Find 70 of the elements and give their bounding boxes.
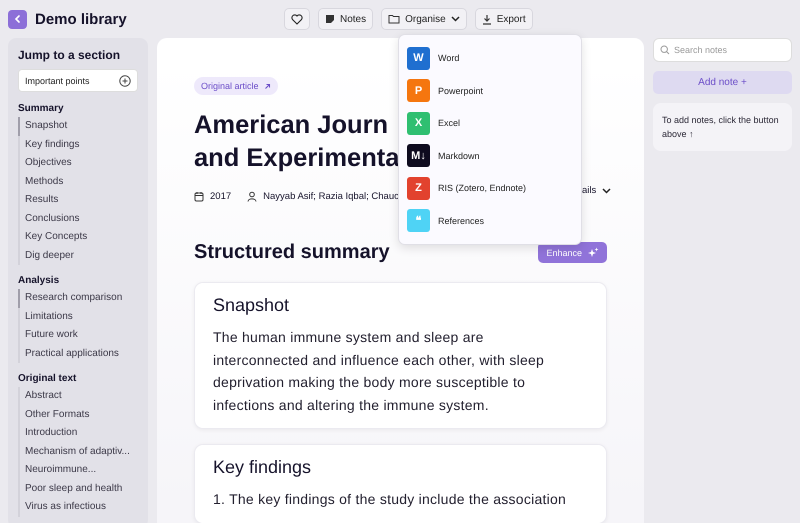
details-toggle[interactable]: ails: [582, 185, 612, 196]
section-link[interactable]: Practical applications: [18, 344, 138, 363]
format-icon: ❝: [407, 209, 430, 232]
add-icon: [119, 74, 131, 86]
enhance-button[interactable]: Enhance: [538, 242, 607, 263]
original-article-link[interactable]: Original article: [194, 77, 278, 95]
section-link[interactable]: Mechanism of adaptiv...: [18, 442, 138, 461]
note-icon: [325, 14, 335, 24]
summary-heading: Structured summary: [194, 241, 390, 264]
section-link[interactable]: Future work: [18, 326, 138, 344]
export-option[interactable]: M↓ Markdown: [407, 140, 573, 172]
card-text: 1. The key findings of the study include the association: [213, 490, 568, 509]
section-link[interactable]: Introduction: [18, 424, 138, 442]
article-title: and Experimenta: [194, 143, 400, 174]
back-chevron-icon: [14, 14, 22, 24]
format-icon: M↓: [407, 144, 430, 168]
section-link[interactable]: Research comparison: [18, 289, 138, 308]
download-icon: [482, 14, 492, 24]
card-text: The human immune system and sleep are interconnected and influence each other, with sleep deprivation making the body more susceptible to infections and altering the immune system.: [213, 328, 546, 415]
section-heading: Analysis: [18, 275, 60, 286]
export-option[interactable]: X Excel: [407, 107, 573, 140]
export-button[interactable]: Export: [474, 8, 533, 30]
section-link[interactable]: Key Concepts: [18, 228, 138, 246]
important-points-button[interactable]: Important points: [18, 69, 138, 92]
export-option[interactable]: P Powerpoint: [407, 74, 573, 107]
organise-button[interactable]: Organise: [381, 8, 467, 30]
search-field[interactable]: Search notes: [653, 38, 792, 62]
format-icon: P: [407, 79, 430, 102]
add-note-button[interactable]: Add note +: [653, 71, 792, 94]
section-heading: Original text: [18, 373, 78, 384]
card-title: Snapshot: [213, 295, 290, 316]
article-authors: Nayyab Asif; Razia Iqbal; Chauc: [263, 191, 399, 202]
section-link[interactable]: Conclusions: [18, 210, 138, 228]
section-link[interactable]: Virus as infectious: [18, 498, 138, 516]
calendar-icon: [194, 191, 204, 202]
section-link[interactable]: Abstract: [18, 387, 138, 406]
format-icon: W: [407, 46, 430, 70]
library-title: Demo library: [35, 10, 127, 28]
notes-hint: To add notes, click the button above ↑: [653, 103, 792, 151]
section-link[interactable]: Snapshot: [18, 117, 138, 136]
section-link[interactable]: Dig deeper: [18, 246, 138, 265]
section-link[interactable]: Methods: [18, 172, 138, 191]
chevron-down-icon: [450, 16, 460, 22]
format-icon: X: [407, 112, 430, 135]
person-icon: [247, 191, 258, 202]
export-option[interactable]: W Word: [407, 42, 573, 74]
card-title: Key findings: [213, 457, 312, 478]
notes-button[interactable]: Notes: [318, 8, 374, 30]
section-link[interactable]: Poor sleep and health: [18, 480, 138, 498]
heart-icon: [291, 14, 303, 24]
section-link[interactable]: Key findings: [18, 136, 138, 154]
favorite-button[interactable]: [284, 8, 310, 30]
section-heading: Summary: [18, 103, 65, 114]
sidebar-title: Jump to a section: [18, 48, 122, 62]
section-link[interactable]: Other Formats: [18, 406, 138, 424]
sparkle-icon: [588, 247, 599, 258]
section-link[interactable]: Results: [18, 191, 138, 210]
section-link[interactable]: Neuroimmune...: [18, 461, 138, 480]
publication-year: 2017: [210, 191, 232, 202]
folder-icon: [388, 14, 400, 24]
format-icon: Z: [407, 176, 430, 200]
section-link[interactable]: Limitations: [18, 308, 138, 326]
back-button[interactable]: [8, 10, 27, 28]
export-option[interactable]: Z RIS (Zotero, Endnote): [407, 172, 573, 204]
chevron-down-icon: [602, 188, 612, 194]
external-link-icon: [264, 82, 271, 90]
search-icon: [660, 45, 670, 55]
article-title: American Journ: [194, 110, 388, 141]
export-option[interactable]: ❝ References: [407, 204, 573, 237]
section-link[interactable]: Objectives: [18, 154, 138, 172]
